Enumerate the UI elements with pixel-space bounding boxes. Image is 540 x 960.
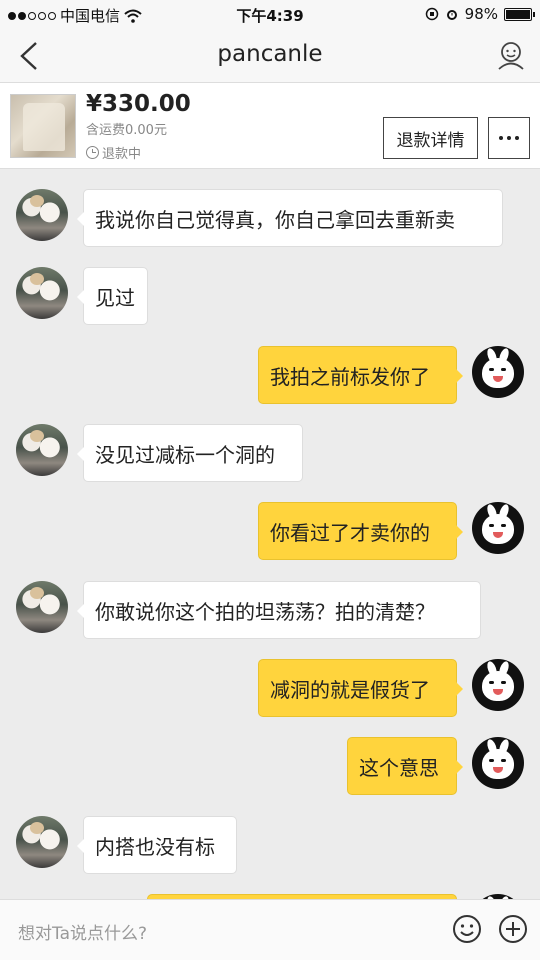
message-bubble-incoming[interactable]: 没见过减标一个洞的: [77, 424, 303, 482]
my-avatar[interactable]: [472, 659, 524, 711]
orientation-lock-icon: [425, 7, 438, 21]
contact-avatar[interactable]: [16, 267, 68, 319]
plus-icon[interactable]: [498, 914, 528, 944]
my-avatar[interactable]: [472, 346, 524, 398]
emoji-icon[interactable]: [452, 914, 482, 944]
contact-avatar[interactable]: [16, 424, 68, 476]
message-bubble-outgoing[interactable]: 减洞的就是假货了: [258, 659, 463, 717]
refund-details-button[interactable]: 退款详情: [383, 117, 478, 159]
more-dots-icon[interactable]: [488, 117, 530, 159]
battery-percent: 98%: [464, 5, 498, 23]
page-title: pancanle: [217, 41, 323, 67]
status-right: 98%: [425, 5, 535, 23]
shipping-fee: 含运费0.00元: [86, 123, 167, 138]
wifi-icon: [124, 9, 142, 23]
message-input[interactable]: 想对Ta说点什么?: [18, 919, 147, 944]
my-avatar[interactable]: [472, 737, 524, 789]
nav-bar: pancanle: [0, 28, 540, 83]
status-bar: 中国电信 下午4:39 98%: [0, 0, 540, 28]
product-thumbnail[interactable]: [10, 94, 76, 158]
message-bubble-outgoing[interactable]: 这个意思: [347, 737, 463, 795]
message-bubble-incoming[interactable]: 你敢说你这个拍的坦荡荡？拍的清楚？: [77, 581, 481, 639]
refund-status: 退款中: [86, 143, 141, 162]
message-bubble-incoming[interactable]: 内搭也没有标: [77, 816, 237, 874]
contact-avatar[interactable]: [16, 189, 68, 241]
battery-icon: [504, 7, 535, 21]
my-avatar[interactable]: [472, 502, 524, 554]
product-bar[interactable]: ¥330.00 含运费0.00元 退款中 退款详情: [0, 83, 540, 169]
input-bar: 想对Ta说点什么?: [0, 899, 540, 960]
message-bubble-incoming[interactable]: 我说你自己觉得真，你自己拿回去重新卖: [77, 189, 503, 247]
status-left: 中国电信: [8, 5, 142, 26]
message-bubble-incoming[interactable]: 见过: [77, 267, 148, 325]
contact-avatar[interactable]: [16, 816, 68, 868]
carrier-label: 中国电信: [60, 7, 121, 25]
user-profile-icon[interactable]: [496, 40, 526, 70]
refund-status-label: 退款中: [102, 147, 142, 162]
message-bubble-outgoing[interactable]: 我拍之前标发你了: [258, 346, 463, 404]
contact-avatar[interactable]: [16, 581, 68, 633]
chevron-left-icon[interactable]: [16, 40, 46, 72]
product-price: ¥330.00: [86, 91, 191, 117]
alarm-icon: [446, 10, 457, 20]
clock-icon: [86, 146, 99, 159]
signal-strength-icon: [8, 11, 56, 20]
message-bubble-outgoing[interactable]: 你看过了才卖你的: [258, 502, 463, 560]
